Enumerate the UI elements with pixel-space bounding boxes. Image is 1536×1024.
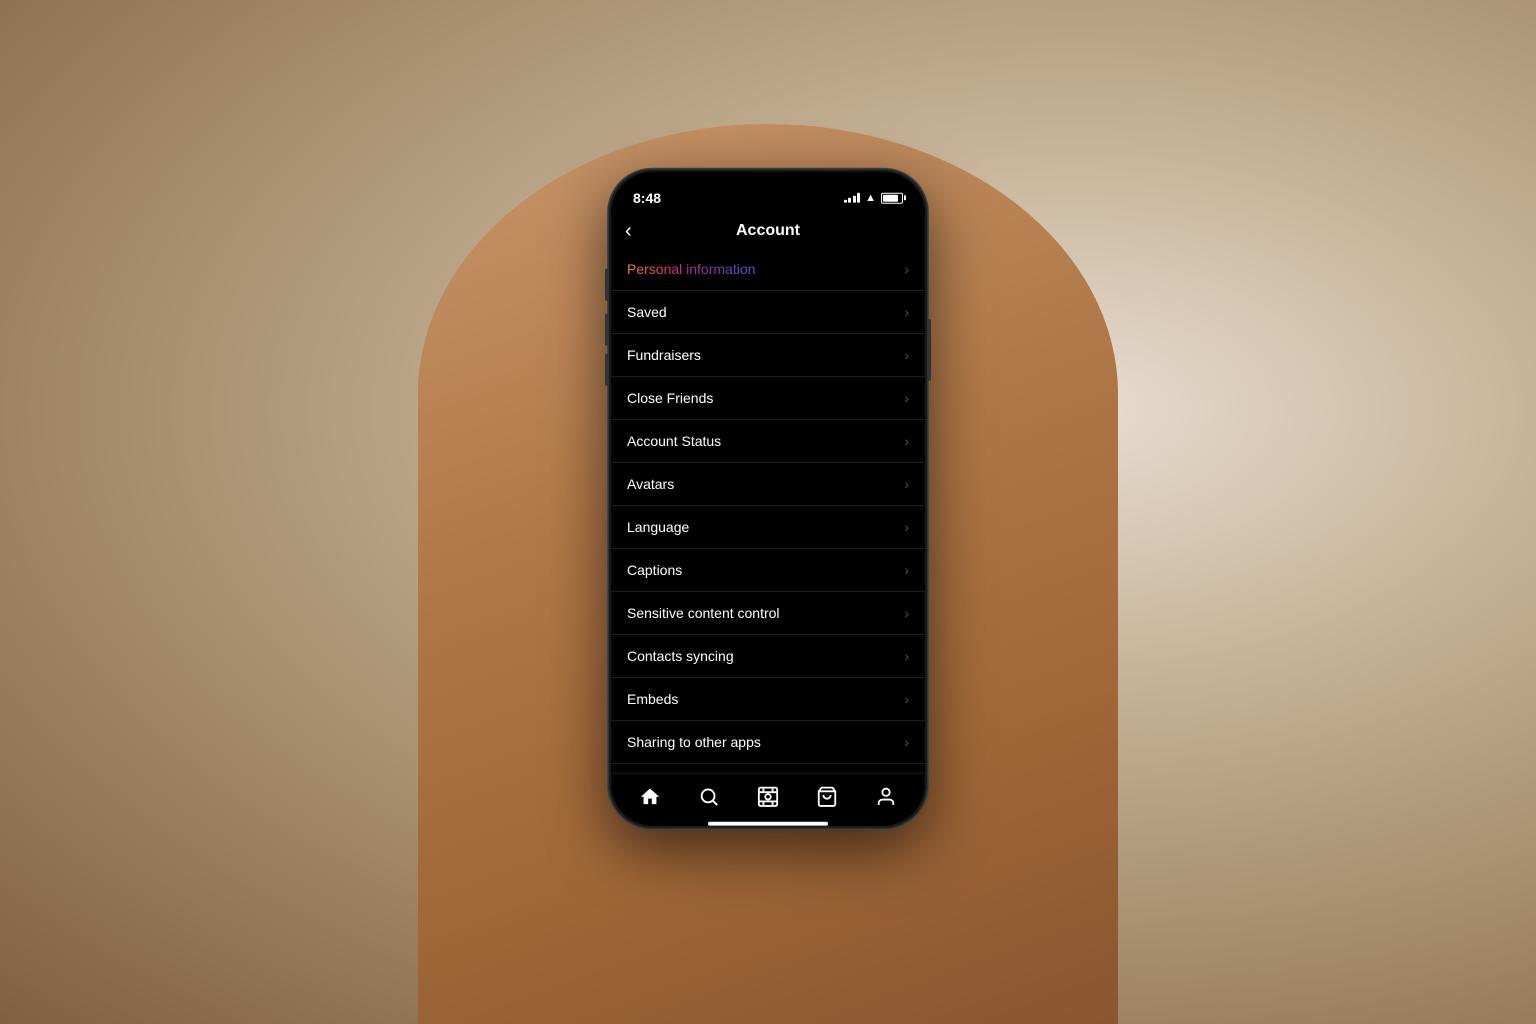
menu-item-label: Language [627, 519, 689, 535]
menu-item-label: Captions [627, 562, 682, 578]
bottom-navigation [611, 773, 925, 818]
chevron-icon: › [904, 519, 909, 535]
home-indicator [708, 822, 828, 826]
chevron-icon: › [904, 304, 909, 320]
profile-icon [875, 786, 897, 808]
nav-profile[interactable] [867, 782, 905, 812]
menu-item[interactable]: Captions › [611, 549, 925, 592]
shop-icon [816, 786, 838, 808]
chevron-icon: › [904, 605, 909, 621]
back-button[interactable]: ‹ [625, 219, 632, 242]
scene: 8:48 ▲ [0, 0, 1536, 1024]
menu-item-label: Contacts syncing [627, 648, 734, 664]
silent-switch [605, 269, 608, 301]
chevron-icon: › [904, 734, 909, 750]
signal-icon [844, 193, 861, 203]
wifi-icon: ▲ [865, 192, 876, 204]
battery-icon [881, 192, 903, 203]
home-icon [639, 786, 661, 808]
menu-item[interactable]: Language › [611, 506, 925, 549]
menu-item[interactable]: Avatars › [611, 463, 925, 506]
menu-item-label: Close Friends [627, 390, 713, 406]
menu-item-label: Account Status [627, 433, 721, 449]
chevron-icon: › [904, 347, 909, 363]
chevron-icon: › [904, 390, 909, 406]
menu-item[interactable]: Fundraisers › [611, 334, 925, 377]
menu-item-label: Saved [627, 304, 667, 320]
nav-shop[interactable] [808, 782, 846, 812]
status-icons: ▲ [844, 192, 903, 204]
chevron-icon: › [904, 691, 909, 707]
account-menu-list: Personal information›Saved›Fundraisers›C… [611, 248, 925, 773]
volume-up-button [605, 314, 608, 346]
nav-search[interactable] [690, 782, 728, 812]
dynamic-island [723, 182, 813, 210]
menu-item-label: Avatars [627, 476, 674, 492]
chevron-icon: › [904, 433, 909, 449]
menu-item-label: Sharing to other apps [627, 734, 761, 750]
menu-item[interactable]: Embeds › [611, 678, 925, 721]
menu-item[interactable]: Data usage› [611, 764, 925, 773]
power-button [928, 319, 931, 381]
search-icon [698, 786, 720, 808]
phone: 8:48 ▲ [608, 169, 928, 829]
chevron-icon: › [904, 261, 909, 277]
page-title: Account [736, 222, 800, 240]
chevron-icon: › [904, 648, 909, 664]
nav-reels[interactable] [749, 782, 787, 812]
reels-icon [757, 786, 779, 808]
status-time: 8:48 [633, 190, 661, 206]
chevron-icon: › [904, 562, 909, 578]
menu-item-label: Personal information [627, 261, 755, 277]
menu-item[interactable]: Saved › [611, 291, 925, 334]
menu-item[interactable]: Sensitive content control › [611, 592, 925, 635]
phone-screen: 8:48 ▲ [611, 172, 925, 826]
chevron-icon: › [904, 476, 909, 492]
menu-item[interactable]: Account Status › [611, 420, 925, 463]
menu-item[interactable]: Personal information › [611, 248, 925, 291]
phone-wrapper: 8:48 ▲ [608, 169, 928, 829]
menu-item[interactable]: Contacts syncing › [611, 635, 925, 678]
menu-item-label: Embeds [627, 691, 678, 707]
menu-item[interactable]: Sharing to other apps › [611, 721, 925, 764]
volume-down-button [605, 354, 608, 386]
page-header: ‹ Account [611, 216, 925, 248]
menu-item-label: Sensitive content control [627, 605, 780, 621]
nav-home[interactable] [631, 782, 669, 812]
menu-item[interactable]: Close Friends › [611, 377, 925, 420]
menu-item-label: Fundraisers [627, 347, 701, 363]
